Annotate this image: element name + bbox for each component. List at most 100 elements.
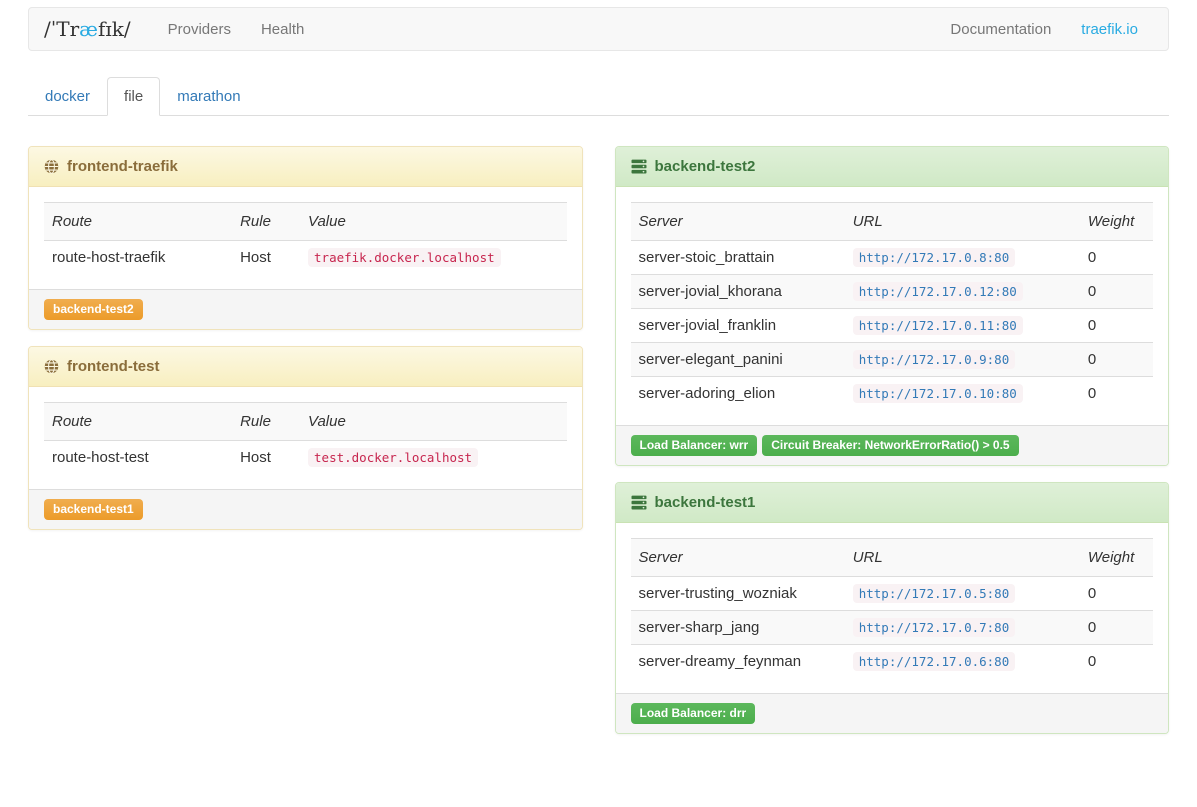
nav-item-documentation[interactable]: Documentation [935,21,1066,38]
frontend-test-footer: backend-test1 [29,489,582,529]
server-weight: 0 [1080,343,1153,377]
server-weight: 0 [1080,577,1153,611]
table-row: server-jovial_khorana http://172.17.0.12… [631,275,1154,309]
server-url-link[interactable]: http://172.17.0.7:80 [853,618,1016,637]
column-header-rule: Rule [232,203,300,241]
table-row: server-sharp_jang http://172.17.0.7:80 0 [631,611,1154,645]
column-header-weight: Weight [1080,539,1153,577]
tab-marathon[interactable]: marathon [160,77,257,116]
server-url-link[interactable]: http://172.17.0.12:80 [853,282,1023,301]
server-name: server-dreamy_feynman [631,645,845,679]
route-value: traefik.docker.localhost [308,248,501,267]
server-weight: 0 [1080,377,1153,411]
route-value: test.docker.localhost [308,448,478,467]
backend-ref-badge: backend-test1 [44,499,143,520]
navbar-left: /ˈTræfɪk/ Providers Health [44,17,319,41]
table-row: route-host-test Host test.docker.localho… [44,441,567,475]
backend-test2-footer: Load Balancer: wrr Circuit Breaker: Netw… [616,425,1169,465]
column-header-route: Route [44,403,232,441]
content-row: frontend-traefik Route Rule Value [28,146,1169,734]
column-header-url: URL [845,203,1080,241]
column-header-weight: Weight [1080,203,1153,241]
server-url-link[interactable]: http://172.17.0.6:80 [853,652,1016,671]
frontend-traefik-body: Route Rule Value route-host-traefik Host… [29,187,582,289]
tab-docker[interactable]: docker [28,77,107,116]
server-name: server-adoring_elion [631,377,845,411]
server-weight: 0 [1080,645,1153,679]
table-row: server-elegant_panini http://172.17.0.9:… [631,343,1154,377]
nav-item-providers[interactable]: Providers [153,21,246,38]
server-name: server-jovial_franklin [631,309,845,343]
routes-table: Route Rule Value route-host-test Host te… [44,402,567,474]
server-name: server-jovial_khorana [631,275,845,309]
routes-table: Route Rule Value route-host-traefik Host… [44,202,567,274]
server-url-link[interactable]: http://172.17.0.10:80 [853,384,1023,403]
server-url-link[interactable]: http://172.17.0.11:80 [853,316,1023,335]
nav-item-traefik-io[interactable]: traefik.io [1066,21,1153,38]
route-name: route-host-test [44,441,232,475]
column-header-value: Value [300,403,566,441]
route-rule: Host [232,241,300,275]
backend-test1-footer: Load Balancer: drr [616,693,1169,733]
brand-logo-pre: /ˈTr [44,17,79,41]
route-rule: Host [232,441,300,475]
frontend-traefik-footer: backend-test2 [29,289,582,329]
frontend-test-panel: frontend-test Route Rule Value [28,346,583,530]
server-weight: 0 [1080,241,1153,275]
table-header-row: Route Rule Value [44,403,567,441]
load-balancer-badge: Load Balancer: drr [631,703,756,724]
provider-tabs: docker file marathon [28,77,1169,116]
traefik-dashboard: /ˈTræfɪk/ Providers Health Documentation… [0,0,1197,764]
frontend-traefik-heading: frontend-traefik [29,147,582,187]
panel-title: frontend-traefik [67,157,178,176]
server-url-link[interactable]: http://172.17.0.9:80 [853,350,1016,369]
circuit-breaker-badge: Circuit Breaker: NetworkErrorRatio() > 0… [762,435,1018,456]
column-header-server: Server [631,203,845,241]
column-header-rule: Rule [232,403,300,441]
table-header-row: Server URL Weight [631,539,1154,577]
table-row: route-host-traefik Host traefik.docker.l… [44,241,567,275]
server-name: server-trusting_wozniak [631,577,845,611]
backend-test1-panel: backend-test1 Server URL Weight [615,482,1170,734]
backends-column: backend-test2 Server URL Weight [615,146,1170,734]
nav-item-health[interactable]: Health [246,21,319,38]
server-name: server-sharp_jang [631,611,845,645]
brand-logo-post: fɪk/ [98,17,131,41]
load-balancer-badge: Load Balancer: wrr [631,435,758,456]
backend-test2-body: Server URL Weight server-stoic_brattain … [616,187,1169,425]
globe-icon [44,159,59,174]
table-row: server-stoic_brattain http://172.17.0.8:… [631,241,1154,275]
server-weight: 0 [1080,275,1153,309]
column-header-value: Value [300,203,566,241]
servers-table: Server URL Weight server-stoic_brattain … [631,202,1154,410]
tab-file[interactable]: file [107,77,160,116]
route-name: route-host-traefik [44,241,232,275]
server-icon [631,495,647,510]
table-row: server-jovial_franklin http://172.17.0.1… [631,309,1154,343]
frontends-column: frontend-traefik Route Rule Value [28,146,583,530]
table-row: server-trusting_wozniak http://172.17.0.… [631,577,1154,611]
column-header-route: Route [44,203,232,241]
column-header-url: URL [845,539,1080,577]
backend-test2-panel: backend-test2 Server URL Weight [615,146,1170,466]
brand-logo-ae: æ [79,17,98,41]
backend-test2-heading: backend-test2 [616,147,1169,187]
frontend-test-heading: frontend-test [29,347,582,387]
servers-table: Server URL Weight server-trusting_woznia… [631,538,1154,678]
globe-icon [44,359,59,374]
server-weight: 0 [1080,309,1153,343]
backend-test1-heading: backend-test1 [616,483,1169,523]
server-url-link[interactable]: http://172.17.0.5:80 [853,584,1016,603]
frontend-traefik-panel: frontend-traefik Route Rule Value [28,146,583,330]
brand-logo[interactable]: /ˈTræfɪk/ [44,17,131,41]
frontend-test-body: Route Rule Value route-host-test Host te… [29,387,582,489]
backend-test1-body: Server URL Weight server-trusting_woznia… [616,523,1169,693]
server-name: server-stoic_brattain [631,241,845,275]
table-row: server-dreamy_feynman http://172.17.0.6:… [631,645,1154,679]
panel-title: backend-test2 [655,157,756,176]
panel-title: frontend-test [67,357,160,376]
table-row: server-adoring_elion http://172.17.0.10:… [631,377,1154,411]
server-url-link[interactable]: http://172.17.0.8:80 [853,248,1016,267]
backend-ref-badge: backend-test2 [44,299,143,320]
table-header-row: Route Rule Value [44,203,567,241]
